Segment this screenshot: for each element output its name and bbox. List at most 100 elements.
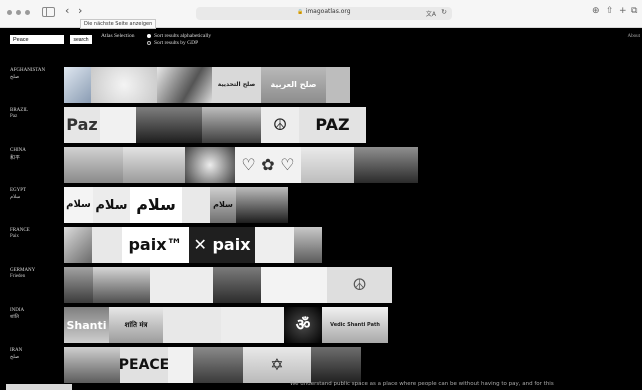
image-thumbnail[interactable]: [301, 147, 354, 183]
image-thumbnail[interactable]: صلح التحديية: [212, 67, 261, 103]
thumbnail-caption: سلام: [136, 195, 176, 214]
image-thumbnail[interactable]: ☮: [261, 107, 299, 143]
image-thumbnail[interactable]: [354, 147, 418, 183]
image-row: paix™ ✕ paix: [64, 227, 322, 263]
image-thumbnail[interactable]: صلح العربية: [261, 67, 326, 103]
download-icon[interactable]: ⊕: [592, 6, 600, 16]
thumbnail-caption: صلح العربية: [270, 80, 317, 89]
image-thumbnail[interactable]: سلام: [93, 187, 130, 223]
radio-selected-icon[interactable]: [147, 34, 151, 38]
thumbnail-caption: سلام: [95, 197, 128, 213]
sort-alphabetically-option[interactable]: Sort results alphabetically: [147, 33, 211, 39]
image-thumbnail[interactable]: [91, 67, 157, 103]
image-thumbnail[interactable]: [185, 147, 235, 183]
image-thumbnail[interactable]: paix™: [122, 227, 189, 263]
country-label: INDIA शांति: [10, 308, 25, 320]
country-label: FRANCE Paix: [10, 228, 30, 239]
image-thumbnail[interactable]: ☮: [327, 267, 392, 303]
image-thumbnail[interactable]: [64, 147, 123, 183]
image-row: ♡ ✿ ♡: [64, 147, 418, 183]
share-icon[interactable]: ⇧: [606, 6, 614, 16]
image-thumbnail[interactable]: [93, 267, 150, 303]
image-thumbnail[interactable]: [326, 67, 350, 103]
thumbnail-caption: ✡: [270, 355, 284, 374]
sort-by-gdp-option[interactable]: Sort results by GDP: [147, 40, 198, 46]
thumbnail-caption: Paz: [66, 115, 98, 134]
address-bar[interactable]: 🔒 imagoatlas.org 文A ↻: [196, 7, 452, 20]
thumbnail-caption: ॐ: [295, 315, 311, 334]
country-label: GERMANY Frieden: [10, 268, 36, 279]
image-thumbnail[interactable]: Shanti: [64, 307, 109, 343]
reload-icon[interactable]: ↻: [441, 8, 447, 16]
image-thumbnail[interactable]: [182, 187, 210, 223]
image-thumbnail[interactable]: [255, 227, 294, 263]
image-row: ☮: [64, 267, 392, 303]
url-text: imagoatlas.org: [305, 8, 351, 15]
search-button[interactable]: search: [70, 35, 92, 44]
image-thumbnail[interactable]: [261, 267, 327, 303]
image-thumbnail[interactable]: [64, 67, 91, 103]
image-thumbnail[interactable]: [64, 347, 120, 383]
image-thumbnail[interactable]: [311, 347, 361, 383]
thumbnail-caption: صلح التحديية: [217, 81, 256, 88]
thumbnail-caption: سلام: [66, 199, 91, 210]
thumbnail-caption: ✕ paix: [193, 235, 251, 254]
image-thumbnail[interactable]: [168, 347, 193, 383]
image-row: PEACE ✡: [64, 347, 361, 383]
image-thumbnail[interactable]: [150, 267, 213, 303]
image-thumbnail[interactable]: [64, 227, 92, 263]
image-thumbnail[interactable]: ✡: [243, 347, 311, 383]
search-input[interactable]: [10, 35, 64, 44]
image-row: Paz ☮ PAZ: [64, 107, 366, 143]
image-thumbnail[interactable]: [136, 107, 202, 143]
image-thumbnail[interactable]: Vedic Shanti Path: [322, 307, 388, 343]
image-thumbnail[interactable]: [123, 147, 185, 183]
image-thumbnail[interactable]: [236, 187, 288, 223]
image-thumbnail[interactable]: ♡ ✿ ♡: [235, 147, 301, 183]
image-thumbnail[interactable]: शांति मंत्र: [109, 307, 163, 343]
image-thumbnail[interactable]: [100, 107, 136, 143]
image-thumbnail[interactable]: سلام: [210, 187, 236, 223]
image-thumbnail[interactable]: سلام: [64, 187, 93, 223]
country-label: AFGHANISTAN صلح: [10, 68, 46, 80]
new-tab-icon[interactable]: +: [619, 6, 627, 16]
radio-unselected-icon[interactable]: [147, 41, 151, 45]
image-thumbnail[interactable]: [213, 267, 261, 303]
thumbnail-caption: ♡ ✿ ♡: [241, 155, 295, 174]
country-label: BRAZIL Paz: [10, 108, 29, 119]
image-thumbnail[interactable]: [221, 307, 284, 343]
back-button[interactable]: ‹: [65, 4, 69, 17]
thumbnail-caption: ☮: [272, 115, 288, 134]
image-thumbnail[interactable]: [202, 107, 261, 143]
forward-button[interactable]: ›: [78, 4, 82, 17]
window-controls[interactable]: [7, 10, 30, 15]
tabs-icon[interactable]: ⧉: [631, 6, 637, 16]
country-label: EGYPT سلام: [10, 188, 27, 200]
atlas-selection-link[interactable]: Atlas Selection: [101, 33, 134, 39]
thumbnail-caption: PAZ: [315, 115, 350, 134]
image-thumbnail[interactable]: [193, 347, 243, 383]
image-thumbnail[interactable]: [157, 67, 212, 103]
translate-icon[interactable]: 文A: [426, 9, 436, 18]
sidebar-toggle-icon[interactable]: [42, 7, 55, 17]
lock-icon: 🔒: [297, 9, 304, 15]
country-label: IRAN صلح: [10, 348, 23, 360]
image-thumbnail[interactable]: ✕ paix: [189, 227, 255, 263]
image-thumbnail[interactable]: [92, 227, 122, 263]
thumbnail-caption: paix™: [128, 235, 183, 254]
about-link[interactable]: About: [628, 34, 641, 39]
image-row: سلام سلام سلام سلام: [64, 187, 288, 223]
image-thumbnail[interactable]: PAZ: [299, 107, 366, 143]
image-thumbnail[interactable]: ॐ: [284, 307, 322, 343]
overlay-panel: [6, 384, 72, 390]
image-thumbnail[interactable]: [294, 227, 322, 263]
image-thumbnail[interactable]: سلام: [130, 187, 182, 223]
image-thumbnail[interactable]: [64, 267, 93, 303]
thumbnail-caption: PEACE: [120, 357, 168, 373]
image-row: صلح التحديية صلح العربية: [64, 67, 350, 103]
image-thumbnail[interactable]: Paz: [64, 107, 100, 143]
footer-text: We understand public space as a place wh…: [290, 381, 554, 387]
country-label: CHINA 和平: [10, 148, 26, 161]
image-thumbnail[interactable]: [163, 307, 221, 343]
image-thumbnail[interactable]: PEACE: [120, 347, 168, 383]
